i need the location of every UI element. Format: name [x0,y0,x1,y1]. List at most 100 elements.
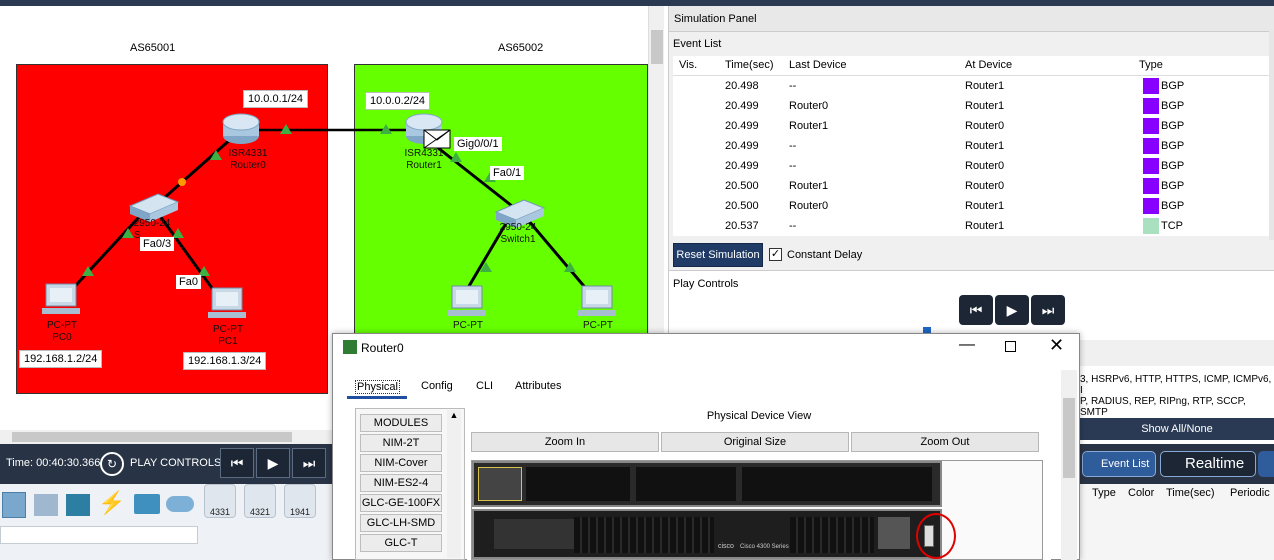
vent-grill-left [574,517,714,553]
router-chassis-view[interactable]: cisco Cisco 4300 Series [471,460,1043,560]
port-label-gig0-0-1: Gig0/0/1 [454,137,502,151]
event-row[interactable]: 20.499 -- Router1 BGP [673,136,1274,156]
event-type: BGP [1161,200,1185,212]
event-filter-protocols: 3, HSRPv6, HTTP, HTTPS, ICMP, ICMPv6, I … [1080,366,1274,416]
play-icon[interactable]: ▶ [256,448,290,478]
event-color-swatch [1143,218,1159,234]
event-last-device: Router1 [789,180,829,192]
event-last-device: Router0 [789,100,829,112]
constant-delay-checkbox[interactable]: ✓ [769,248,782,261]
forward-icon[interactable]: ⏭ [292,448,326,478]
tab-cli[interactable]: CLI [476,380,493,392]
module-glc-lh-smd[interactable]: GLC-LH-SMD [360,514,442,532]
device-search-field[interactable] [0,526,198,544]
switch1-label[interactable]: 2950-24 Switch1 [488,222,548,246]
module-nim-2t[interactable]: NIM-2T [360,434,442,452]
module-glc-t[interactable]: GLC-T [360,534,442,552]
module-nim-es2-4[interactable]: NIM-ES2-4 [360,474,442,492]
pdu-col-time: Time(sec) [1166,487,1215,499]
components-icon[interactable] [66,494,90,516]
mode-bar: Event List Realtime [1080,444,1274,484]
play-controls-section: Play Controls ⏮ ▶ ⏭ [669,270,1274,340]
event-type: BGP [1161,100,1185,112]
physical-view-title: Physical Device View [706,410,812,422]
event-color-swatch [1143,198,1159,214]
network-devices-icon[interactable] [2,492,26,518]
close-icon[interactable]: ✕ [1049,335,1064,356]
event-row[interactable]: 20.499 Router0 Router1 BGP [673,96,1274,116]
event-row[interactable]: 20.499 -- Router0 BGP [673,156,1274,176]
nim-slot-empty-1[interactable] [526,467,630,501]
event-time: 20.499 [725,140,759,152]
tab-attributes[interactable]: Attributes [515,380,561,392]
pc0-label[interactable]: PC-PT PC0 [32,320,92,344]
sim-back-icon[interactable]: ⏮ [959,295,993,325]
col-at-device[interactable]: At Device [965,59,1012,71]
connections-icon[interactable]: ⚡ [98,490,125,516]
event-type: BGP [1161,80,1185,92]
event-time: 20.500 [725,180,759,192]
event-row[interactable]: 20.500 Router0 Router1 BGP [673,196,1274,216]
maximize-icon[interactable] [1005,341,1016,352]
tab-config[interactable]: Config [421,380,453,392]
router1-label[interactable]: ISR4331 Router1 [394,148,454,172]
col-last-device[interactable]: Last Device [789,59,846,71]
router0-icon [222,113,260,144]
event-row[interactable]: 20.500 Router1 Router0 BGP [673,176,1274,196]
event-row[interactable]: 20.499 Router1 Router0 BGP [673,116,1274,136]
device-4321-button[interactable]: 4321 [244,484,276,518]
simulation-mode-button[interactable] [1258,451,1274,477]
pc1-label[interactable]: PC-PT PC1 [198,324,258,348]
console-ports[interactable] [494,519,584,549]
col-vis[interactable]: Vis. [679,59,697,71]
pc3-label[interactable]: PC-PT [568,320,628,332]
device-4331-button[interactable]: 4331 [204,484,236,518]
nim-slot-empty-2[interactable] [636,467,736,501]
constant-delay-label: Constant Delay [787,249,863,261]
nim-slot-empty-3[interactable] [742,467,932,501]
realtime-mode-button[interactable]: Realtime [1160,451,1256,477]
pc2-label[interactable]: PC-PT [438,320,498,332]
dialog-scrollbar[interactable] [1061,370,1077,560]
device-palette: ⚡ 4331 4321 1941 [0,484,332,560]
cloud-icon[interactable] [166,496,194,512]
router0-dialog: Router0 — ✕ Physical Config CLI Attribut… [332,333,1080,560]
col-time[interactable]: Time(sec) [725,59,773,71]
zoom-in-button[interactable]: Zoom In [471,432,659,452]
device-1941-button[interactable]: 1941 [284,484,316,518]
event-color-swatch [1143,118,1159,134]
event-at-device: Router1 [965,100,1005,112]
sim-play-icon[interactable]: ▶ [995,295,1029,325]
event-time: 20.500 [725,200,759,212]
event-row[interactable]: 20.537 -- Router1 TCP [673,216,1274,236]
module-nim-cover[interactable]: NIM-Cover [360,454,442,472]
reset-simulation-button[interactable]: Reset Simulation [673,243,763,267]
pc0-ip-label: 192.168.1.2/24 [19,350,103,368]
event-time: 20.499 [725,120,759,132]
show-all-none-button[interactable]: Show All/None [1080,418,1274,440]
col-type[interactable]: Type [1139,59,1163,71]
event-list-scrollbar[interactable] [1269,30,1274,240]
folder-icon[interactable] [134,494,160,514]
nim-slot-module[interactable] [478,467,522,501]
event-type: BGP [1161,160,1185,172]
event-list-toggle-button[interactable]: Event List [1082,451,1156,477]
switch0-label[interactable]: 2950-24 S [122,218,182,242]
event-color-swatch [1143,178,1159,194]
event-time: 20.499 [725,160,759,172]
module-glc-ge-100fx[interactable]: GLC-GE-100FX [360,494,442,512]
event-row[interactable]: 20.498 -- Router1 BGP [673,76,1274,96]
modules-header: MODULES [360,414,442,432]
sim-forward-icon[interactable]: ⏭ [1031,295,1065,325]
original-size-button[interactable]: Original Size [661,432,849,452]
event-last-device: Router1 [789,120,829,132]
reset-time-icon[interactable]: ↻ [100,452,124,476]
router0-label[interactable]: ISR4331 Router0 [218,148,278,172]
end-devices-icon[interactable] [34,494,58,516]
power-inlet [878,517,910,549]
tab-physical[interactable]: Physical [355,380,400,394]
zoom-out-button[interactable]: Zoom Out [851,432,1039,452]
minimize-icon[interactable]: — [959,336,975,354]
back-icon[interactable]: ⏮ [220,448,254,478]
module-list-scrollbar[interactable]: ▲ [447,410,461,558]
